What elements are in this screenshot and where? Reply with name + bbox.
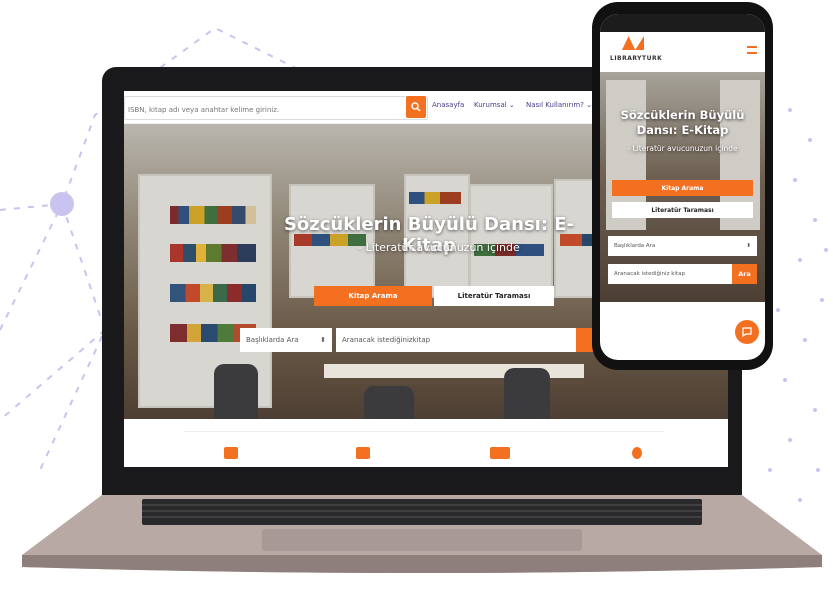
institution-icon <box>356 447 370 459</box>
search-scope-label: Başlıklarda Ara <box>246 336 299 344</box>
mobile-header: LIBRARYTURK <box>600 32 765 72</box>
book-query-placeholder: Aranacak istediğinizkitap <box>342 336 431 344</box>
chair-image <box>504 368 550 419</box>
search-icon <box>411 102 421 112</box>
book-row <box>409 192 461 204</box>
nav-how-to-use[interactable]: Nasıl Kullanırım? ⌄ <box>526 101 592 109</box>
users-icon <box>490 447 510 459</box>
hero-subtitle: - Literatür avucunuzun içinde <box>358 241 520 254</box>
feature-icons-strip <box>124 419 728 467</box>
nav-corporate-label: Kurumsal <box>474 101 507 109</box>
chat-bubble-glyph <box>742 327 752 338</box>
user-icon <box>632 447 642 459</box>
search-box <box>124 96 428 121</box>
nav-home[interactable]: Anasayfa <box>432 101 464 109</box>
mobile-hero-subtitle: - Literatür avucunuzun içinde <box>627 144 738 153</box>
search-button[interactable] <box>406 96 426 118</box>
book-icon <box>224 447 238 459</box>
nav-corporate[interactable]: Kurumsal ⌄ <box>474 101 515 109</box>
librarytruk-logo-icon <box>622 36 644 50</box>
search-input[interactable] <box>125 99 400 121</box>
nav-how-to-use-label: Nasıl Kullanırım? <box>526 101 584 109</box>
chevron-down-icon: ⬍ <box>320 336 326 344</box>
mobile-website: LIBRARYTURK Sözcüklerin Büyülü Dansı: E-… <box>600 14 765 360</box>
status-bar <box>600 14 765 32</box>
chair-image <box>214 364 258 419</box>
menu-icon[interactable] <box>747 46 757 54</box>
tab-book-search[interactable]: Kitap Arama <box>314 286 432 306</box>
laptop-keyboard-base <box>22 495 822 573</box>
mobile-hero-title: Sözcüklerin Büyülü Dansı: E-Kitap <box>620 108 745 137</box>
mobile-literature-button[interactable]: Literatür Taraması <box>612 202 753 218</box>
search-scope-select[interactable]: Başlıklarda Ara ⬍ <box>240 328 332 352</box>
mobile-query-placeholder: Aranacak istediğiniz kitap <box>614 271 685 277</box>
book-query-input[interactable]: Aranacak istediğinizkitap <box>336 328 578 352</box>
book-row <box>170 244 256 262</box>
chat-icon[interactable] <box>735 320 759 344</box>
mobile-search-go-button[interactable]: Ara <box>732 264 757 284</box>
book-row <box>170 206 256 224</box>
chevron-down-icon: ⬍ <box>746 243 751 249</box>
book-row <box>170 284 256 302</box>
tab-literature-review[interactable]: Literatür Taraması <box>434 286 554 306</box>
brand-name: LIBRARYTURK <box>610 55 663 62</box>
mobile-scope-label: Başlıklarda Ara <box>614 243 656 249</box>
chair-image <box>364 386 414 419</box>
mobile-scope-select[interactable]: Başlıklarda Ara ⬍ <box>608 236 757 256</box>
mobile-hero: Sözcüklerin Büyülü Dansı: E-Kitap - Lite… <box>600 72 765 302</box>
mobile-book-search-button[interactable]: Kitap Arama <box>612 180 753 196</box>
